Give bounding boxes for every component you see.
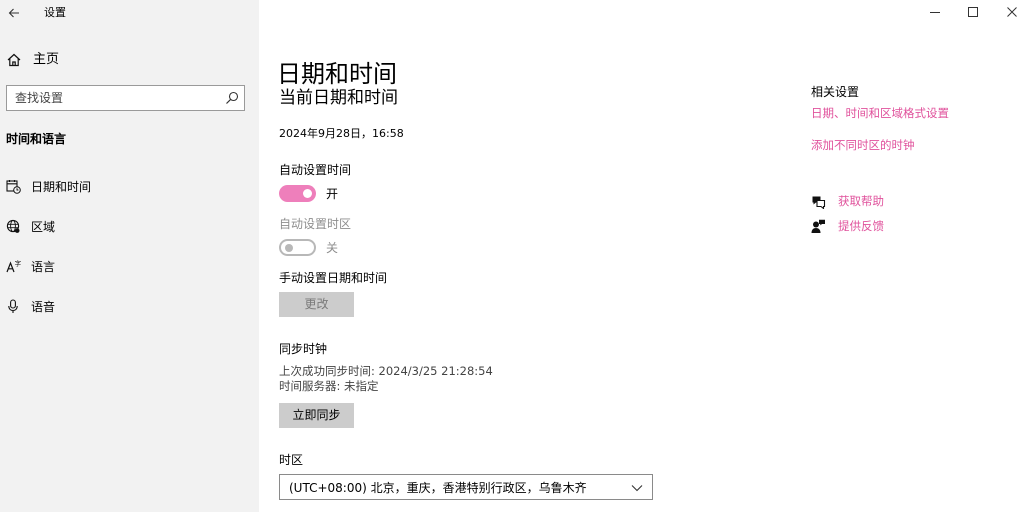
back-button[interactable]: [0, 0, 28, 26]
time-server-text: 时间服务器: 未指定: [279, 379, 379, 393]
auto-time-toggle[interactable]: [279, 185, 316, 202]
sidebar-item-language[interactable]: 字 语言: [0, 254, 259, 280]
minimize-icon: [930, 12, 940, 13]
close-button[interactable]: [992, 0, 1024, 24]
close-icon: [1007, 7, 1017, 17]
add-clocks-link[interactable]: 添加不同时区的时钟: [811, 138, 915, 153]
maximize-icon: [968, 7, 978, 17]
auto-timezone-label: 自动设置时区: [279, 217, 352, 231]
sidebar-item-label: 语言: [31, 260, 56, 274]
section-heading-current: 当前日期和时间: [279, 88, 398, 108]
timezone-value: (UTC+08:00) 北京，重庆，香港特别行政区，乌鲁木齐: [289, 481, 587, 495]
auto-time-label: 自动设置时间: [279, 163, 352, 177]
section-title: 时间和语言: [6, 132, 67, 146]
sidebar-item-label: 日期和时间: [31, 180, 92, 194]
change-button: 更改: [279, 292, 354, 317]
sidebar-item-speech[interactable]: 语音: [0, 294, 259, 320]
nav-home-label: 主页: [33, 52, 60, 67]
current-datetime: 2024年9月28日，16:58: [279, 127, 404, 140]
minimize-button[interactable]: [915, 0, 955, 24]
search-box: [6, 85, 245, 111]
feedback-label: 提供反馈: [838, 219, 884, 233]
related-settings-title: 相关设置: [811, 85, 860, 99]
chevron-down-icon: [631, 485, 643, 492]
toggle-knob: [303, 189, 312, 198]
calendar-clock-icon: [6, 180, 21, 194]
language-icon: 字: [6, 259, 21, 273]
sidebar-item-label: 语音: [31, 300, 56, 314]
search-input[interactable]: [7, 86, 217, 110]
settings-window: 设置 主页 时间和语言 日期和时间: [0, 0, 1024, 512]
feedback-person-icon: [811, 219, 825, 233]
back-arrow-icon: [8, 8, 19, 18]
timezone-label: 时区: [279, 453, 304, 467]
sidebar-item-region[interactable]: 区域: [0, 214, 259, 240]
get-help-label: 获取帮助: [838, 194, 884, 208]
app-title: 设置: [44, 6, 66, 19]
search-icon[interactable]: [225, 91, 239, 105]
sidebar: 设置 主页 时间和语言 日期和时间: [0, 0, 259, 512]
nav-home[interactable]: 主页: [0, 48, 259, 72]
toggle-knob: [285, 244, 293, 252]
sidebar-item-label: 区域: [31, 220, 56, 234]
chat-help-icon: [812, 196, 826, 209]
region-format-link[interactable]: 日期、时间和区域格式设置: [811, 106, 949, 121]
microphone-icon: [8, 299, 18, 313]
timezone-dropdown[interactable]: (UTC+08:00) 北京，重庆，香港特别行政区，乌鲁木齐: [279, 474, 653, 500]
manual-set-label: 手动设置日期和时间: [279, 271, 388, 285]
globe-icon: [6, 219, 20, 233]
auto-timezone-toggle: [279, 239, 316, 256]
sync-clock-label: 同步时钟: [279, 342, 328, 356]
sidebar-item-date-time[interactable]: 日期和时间: [0, 174, 259, 200]
last-sync-text: 上次成功同步时间: 2024/3/25 21:28:54: [279, 364, 493, 378]
auto-timezone-state: 关: [326, 241, 339, 255]
page-title: 日期和时间: [277, 60, 397, 89]
svg-text:字: 字: [15, 259, 21, 268]
home-icon: [7, 53, 21, 67]
maximize-button[interactable]: [953, 0, 993, 24]
auto-time-state: 开: [326, 187, 339, 201]
sync-now-button[interactable]: 立即同步: [279, 403, 354, 428]
